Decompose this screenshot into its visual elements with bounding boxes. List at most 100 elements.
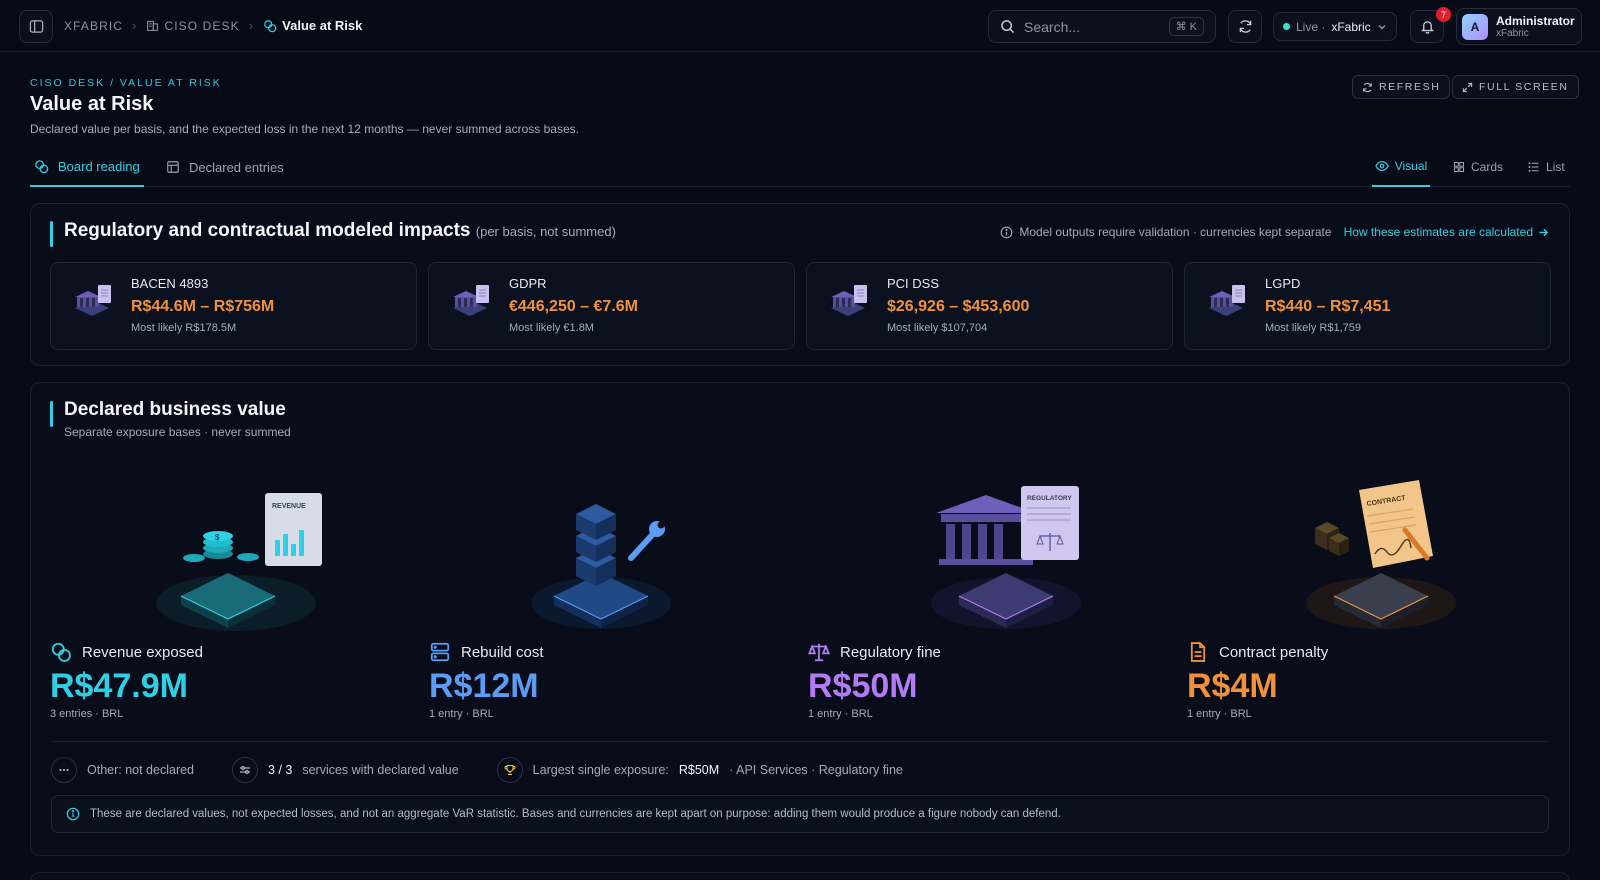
search-input[interactable]: Search... ⌘ K — [988, 10, 1216, 43]
page-subtitle: Declared value per basis, and the expect… — [30, 122, 579, 136]
metric-label: Regulatory fine — [840, 643, 941, 661]
breadcrumb-separator: › — [248, 18, 255, 33]
eye-icon — [1374, 161, 1389, 171]
trophy-icon — [496, 757, 523, 783]
sync-button[interactable] — [1228, 10, 1262, 43]
list-icon — [1528, 162, 1539, 172]
regulatory-title-note: (per basis, not summed) — [475, 224, 616, 239]
metric-revenue-exposed: Revenue exposed R$47.9M 3 entries · BRL — [50, 641, 203, 720]
business-subtitle: Separate exposure bases · never summed — [64, 425, 291, 439]
divider — [51, 741, 1549, 742]
coins-icon — [51, 642, 71, 662]
metric-label: Contract penalty — [1219, 643, 1329, 661]
tab-label: Visual — [1394, 159, 1428, 173]
bank-regulation-icon — [75, 285, 111, 316]
full-screen-label: FULL SCREEN — [1479, 81, 1569, 93]
tab-label: Cards — [1471, 160, 1504, 174]
metric-label: Rebuild cost — [461, 643, 544, 661]
regulatory-illustration: REGULATORY — [931, 486, 1081, 629]
environment-selector[interactable]: Live · xFabric — [1273, 12, 1397, 41]
metric-rebuild-cost: Rebuild cost R$12M 1 entry · BRL — [429, 641, 544, 720]
breadcrumb: XFABRIC › CISO DESK › Value at Risk — [64, 18, 362, 33]
breadcrumb-value-at-risk: Value at Risk — [263, 18, 362, 33]
building-icon — [147, 20, 159, 31]
metric-label-row: Contract penalty — [1187, 641, 1328, 663]
regulatory-title-text: Regulatory and contractual modeled impac… — [64, 220, 471, 241]
regulation-range: €446,250 – €7.6M — [509, 298, 638, 315]
metric-value: R$47.9M — [50, 667, 188, 705]
tab-board-reading[interactable]: Board reading — [30, 147, 144, 187]
how-calculated-link[interactable]: How these estimates are calculated — [1344, 225, 1549, 239]
metric-value: R$50M — [808, 667, 918, 705]
refresh-button[interactable]: REFRESH — [1352, 75, 1451, 99]
bell-icon — [1420, 21, 1434, 34]
page-title: Value at Risk — [30, 93, 154, 115]
info-icon — [1001, 226, 1013, 238]
scale-icon — [808, 643, 830, 662]
regulation-card-gdpr[interactable]: GDPR €446,250 – €7.6M Most likely €1.8M — [428, 262, 795, 350]
user-org: xFabric — [1496, 27, 1529, 39]
live-label: Live · — [1296, 19, 1326, 34]
tab-label: List — [1546, 160, 1565, 174]
regulation-most-likely: Most likely R$1,759 — [1265, 322, 1361, 334]
contract-illustration: CONTRACT — [1306, 480, 1456, 629]
metric-sub: 1 entry · BRL — [1187, 708, 1252, 720]
regulation-card-pci-dss[interactable]: PCI DSS $26,926 – $453,600 Most likely $… — [806, 262, 1173, 350]
bank-regulation-icon — [831, 285, 867, 316]
metric-label: Revenue exposed — [82, 643, 203, 661]
chevron-down-icon — [1378, 24, 1386, 29]
regulation-range: R$440 – R$7,451 — [1265, 298, 1391, 315]
tab-visual[interactable]: Visual — [1372, 147, 1430, 187]
coins-icon — [264, 19, 277, 32]
declared-business-value-panel: Declared business value Separate exposur… — [30, 382, 1570, 856]
coins-icon — [35, 159, 49, 173]
avatar: A — [1462, 13, 1488, 40]
regulation-card-lgpd[interactable]: LGPD R$440 – R$7,451 Most likely R$1,759 — [1184, 262, 1551, 350]
model-note: Model outputs require validation · curre… — [1000, 225, 1549, 239]
regulation-card-bacen[interactable]: BACEN 4893 R$44.6M – R$756M Most likely … — [50, 262, 417, 350]
search-icon — [1001, 20, 1015, 34]
table-icon — [167, 161, 179, 173]
sidebar-toggle-button[interactable] — [19, 10, 53, 43]
disclaimer-text: These are declared values, not expected … — [90, 808, 1061, 820]
regulation-name: PCI DSS — [887, 276, 940, 291]
metric-label-row: Revenue exposed — [50, 641, 203, 663]
section-accent-bar — [50, 221, 53, 247]
search-shortcut: ⌘ K — [1168, 17, 1204, 36]
services-label: services with declared value — [302, 763, 459, 777]
metric-sub: 3 entries · BRL — [50, 708, 124, 720]
regulation-most-likely: Most likely $107,704 — [887, 322, 988, 334]
user-name: Administrator — [1496, 13, 1575, 28]
metric-value: R$12M — [429, 667, 539, 705]
page-eyebrow: CISO DESK / VALUE AT RISK — [30, 77, 222, 89]
tab-declared-entries[interactable]: Declared entries — [162, 147, 288, 187]
regulation-range: $26,926 – $453,600 — [887, 298, 1030, 315]
sliders-icon — [232, 757, 259, 783]
summary-stats: Other: not declared 3 / 3 services with … — [51, 757, 903, 783]
services-count: 3 / 3 — [268, 763, 293, 777]
tab-label: Declared entries — [189, 159, 284, 175]
disclaimer-banner: These are declared values, not expected … — [51, 795, 1549, 833]
tab-list[interactable]: List — [1528, 147, 1565, 187]
breadcrumb-ciso-desk[interactable]: CISO DESK — [146, 19, 239, 33]
regulation-most-likely: Most likely €1.8M — [509, 322, 594, 334]
full-screen-button[interactable]: FULL SCREEN — [1452, 75, 1579, 99]
notifications-button[interactable]: 7 — [1410, 7, 1451, 43]
regulation-range: R$44.6M – R$756M — [131, 298, 275, 315]
model-note-text: Model outputs require validation · curre… — [1019, 225, 1332, 239]
largest-exposure-label: Largest single exposure: — [532, 763, 669, 777]
regulation-most-likely: Most likely R$178.5M — [131, 322, 237, 334]
live-status-dot — [1283, 23, 1290, 30]
bank-regulation-icon — [1209, 285, 1245, 316]
expand-icon — [1462, 82, 1473, 92]
user-menu[interactable]: A Administrator xFabric — [1456, 8, 1582, 45]
metric-regulatory-fine: Regulatory fine R$50M 1 entry · BRL — [808, 641, 941, 721]
regulation-name: BACEN 4893 — [131, 276, 209, 291]
info-icon — [66, 807, 80, 821]
breadcrumb-separator: › — [132, 18, 138, 33]
metric-label-row: Regulatory fine — [808, 641, 941, 663]
tab-cards[interactable]: Cards — [1453, 147, 1503, 187]
regulatory-title: Regulatory and contractual modeled impac… — [64, 220, 616, 242]
regulatory-doc-label: REGULATORY — [1027, 495, 1072, 502]
breadcrumb-xfabric[interactable]: XFABRIC — [64, 19, 123, 33]
